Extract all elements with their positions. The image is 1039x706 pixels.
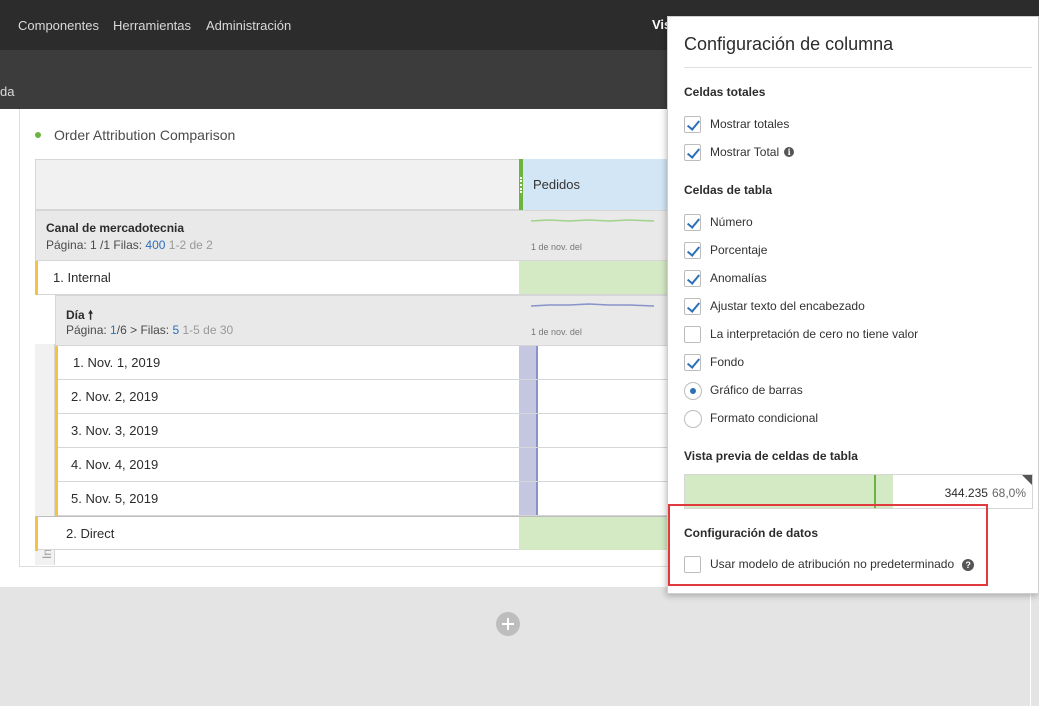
row-label: 2. Direct bbox=[66, 526, 115, 541]
dimension-name[interactable]: Canal de mercadotecnia bbox=[46, 221, 184, 235]
add-panel-icon[interactable] bbox=[496, 612, 520, 636]
pagination-info: Página: 1/6 > Filas: 5 1-5 de 30 bbox=[66, 323, 233, 337]
info-icon[interactable]: i bbox=[784, 147, 795, 157]
table-row[interactable]: 2. Nov. 2, 2019 bbox=[55, 380, 679, 414]
checkbox-unchecked[interactable] bbox=[684, 326, 701, 343]
column-settings-popover: Configuración de columna Celdas totales … bbox=[667, 16, 1039, 594]
radio-selected[interactable] bbox=[684, 382, 702, 400]
row-marker bbox=[55, 380, 58, 414]
checkbox-checked[interactable] bbox=[684, 214, 701, 231]
drop-zone bbox=[0, 587, 1039, 706]
rows-value[interactable]: 400 bbox=[145, 238, 165, 252]
section-heading-total-cells: Celdas totales bbox=[684, 85, 766, 99]
option-label: Gráfico de barras bbox=[710, 383, 803, 397]
panel-status-dot bbox=[35, 132, 41, 138]
option-label: Porcentaje bbox=[710, 243, 768, 257]
option-label: Número bbox=[710, 215, 753, 229]
nav-administracion[interactable]: Administración bbox=[206, 18, 291, 33]
next-page-icon[interactable]: > bbox=[130, 323, 137, 337]
row-marker bbox=[35, 261, 38, 295]
page-label: Página: 1 /1 bbox=[46, 238, 111, 252]
sparkline: 1 de nov. del bbox=[519, 296, 679, 346]
checkbox-checked[interactable] bbox=[684, 354, 701, 371]
metric-cell[interactable] bbox=[519, 448, 679, 481]
option-label: Anomalías bbox=[710, 271, 767, 285]
preview-value: 344.235 68,0% bbox=[944, 486, 1026, 500]
help-icon[interactable]: ? bbox=[962, 559, 975, 571]
row-label: 1. Internal bbox=[53, 270, 111, 285]
section-heading-preview: Vista previa de celdas de tabla bbox=[684, 449, 858, 463]
section-heading-table-cells: Celdas de tabla bbox=[684, 183, 773, 197]
drag-handle-icon[interactable] bbox=[520, 177, 522, 193]
table-row-direct[interactable]: 2. Direct bbox=[35, 516, 679, 551]
metric-cell[interactable] bbox=[519, 261, 679, 294]
panel-title[interactable]: Order Attribution Comparison bbox=[54, 127, 235, 143]
sparkline-green bbox=[530, 219, 655, 222]
metric-cell[interactable] bbox=[519, 380, 679, 413]
corner-indicator-icon bbox=[1022, 475, 1032, 485]
section-heading-data-settings: Configuración de datos bbox=[684, 526, 819, 540]
option-label: Usar modelo de atribución no predetermin… bbox=[710, 557, 975, 571]
range-label: 1-2 de 2 bbox=[168, 238, 213, 252]
row-marker bbox=[55, 482, 58, 516]
page-total: /6 bbox=[116, 323, 127, 337]
row-label: 2. Nov. 2, 2019 bbox=[71, 389, 159, 404]
page-label: Página: bbox=[66, 323, 107, 337]
row-label: 1. Nov. 1, 2019 bbox=[73, 355, 161, 370]
nav-componentes[interactable]: Componentes bbox=[18, 18, 99, 33]
title-divider bbox=[684, 67, 1032, 68]
metric-column-header[interactable]: Pedidos bbox=[519, 159, 679, 210]
radio-unselected[interactable] bbox=[684, 410, 702, 428]
table-header: Pedidos bbox=[35, 159, 679, 210]
option-label: Mostrar Total i bbox=[710, 145, 795, 159]
row-marker bbox=[55, 448, 58, 482]
nav-herramientas[interactable]: Herramientas bbox=[113, 18, 191, 33]
row-label: 3. Nov. 3, 2019 bbox=[71, 423, 159, 438]
table-row[interactable]: 5. Nov. 5, 2019 bbox=[55, 482, 679, 516]
page-value[interactable]: 1 bbox=[110, 323, 117, 337]
row-label: 5. Nov. 5, 2019 bbox=[71, 491, 159, 506]
highlight-box bbox=[668, 504, 988, 586]
sparkline-date: 1 de nov. del bbox=[531, 242, 582, 252]
checkbox-checked[interactable] bbox=[684, 298, 701, 315]
row-marker bbox=[55, 414, 58, 448]
sparkline-blue bbox=[530, 303, 655, 307]
table-row[interactable]: 3. Nov. 3, 2019 bbox=[55, 414, 679, 448]
metric-cell[interactable] bbox=[519, 517, 679, 550]
rows-value[interactable]: 5 bbox=[172, 323, 179, 337]
option-label: Formato condicional bbox=[710, 411, 819, 425]
divider bbox=[1030, 587, 1031, 706]
metric-cell[interactable] bbox=[519, 414, 679, 447]
sparkline: 1 de nov. del bbox=[519, 211, 679, 261]
metric-cell[interactable] bbox=[519, 346, 679, 379]
option-label: Ajustar texto del encabezado bbox=[710, 299, 865, 313]
checkbox-checked[interactable] bbox=[684, 116, 701, 133]
metric-cell[interactable] bbox=[519, 482, 679, 515]
range-label: 1-5 de 30 bbox=[182, 323, 234, 337]
table-row-internal[interactable]: 1. Internal bbox=[35, 261, 679, 295]
checkbox-checked[interactable] bbox=[684, 242, 701, 259]
sort-arrow-up-icon[interactable]: 🠕 bbox=[88, 308, 93, 322]
checkbox-unchecked[interactable] bbox=[684, 556, 701, 573]
rows-label: Filas: bbox=[140, 323, 170, 337]
checkbox-checked[interactable] bbox=[684, 270, 701, 287]
row-label: 4. Nov. 4, 2019 bbox=[71, 457, 159, 472]
pagination-info: Página: 1 /1 Filas: 400 1-2 de 2 bbox=[46, 238, 213, 252]
table-row[interactable]: 1. Nov. 1, 2019 bbox=[55, 346, 679, 380]
rows-label: Filas: bbox=[113, 238, 143, 252]
row-marker bbox=[35, 517, 38, 551]
sparkline-date: 1 de nov. del bbox=[531, 327, 582, 337]
row-marker bbox=[55, 346, 58, 380]
checkbox-checked[interactable] bbox=[684, 144, 701, 161]
option-label: La interpretación de cero no tiene valor bbox=[710, 327, 919, 341]
toolbar-partial-text: da bbox=[0, 84, 15, 99]
dimension-header-row: Canal de mercadotecnia Página: 1 /1 Fila… bbox=[35, 210, 675, 261]
option-label: Mostrar totales bbox=[710, 117, 790, 131]
popover-title: Configuración de columna bbox=[684, 34, 894, 54]
dimension-header-row: Día 🠕 Página: 1/6 > Filas: 5 1-5 de 30 1… bbox=[55, 295, 675, 346]
option-label: Fondo bbox=[710, 355, 745, 369]
table-row[interactable]: 4. Nov. 4, 2019 bbox=[55, 448, 679, 482]
metric-label: Pedidos bbox=[533, 177, 580, 192]
